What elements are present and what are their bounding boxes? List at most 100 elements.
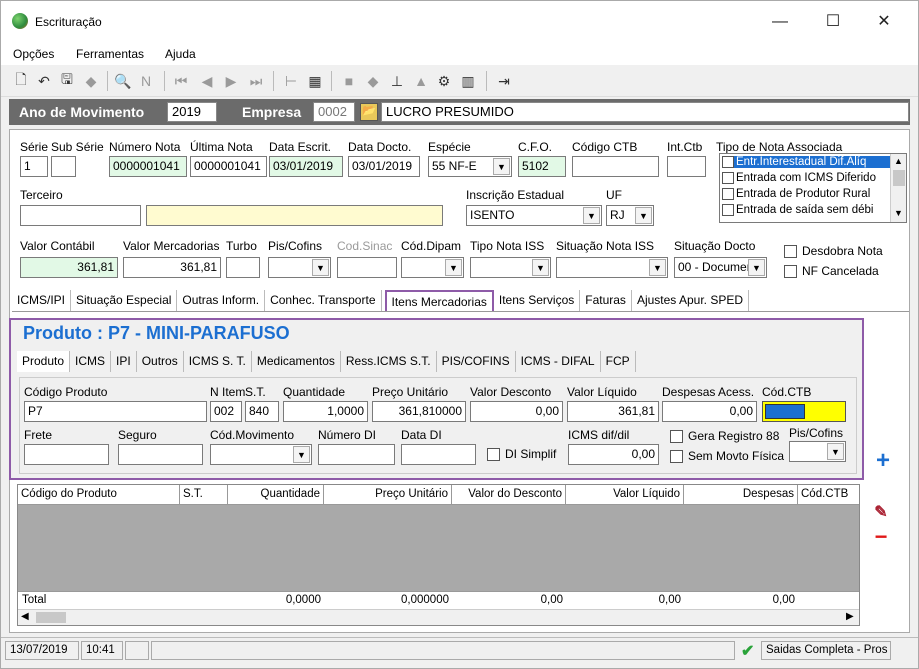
- grid-col-preco[interactable]: Preço Unitário: [324, 485, 452, 505]
- st-input[interactable]: 840: [245, 401, 279, 422]
- n-item-input[interactable]: 002: [210, 401, 242, 422]
- empresa-code-field[interactable]: 0002: [313, 102, 355, 122]
- icms-dif-dil-input[interactable]: 0,00: [568, 444, 659, 465]
- close-button[interactable]: ✕: [870, 11, 898, 33]
- valor-mercadorias-input[interactable]: 361,81: [123, 257, 221, 278]
- remove-item-button[interactable]: −: [870, 524, 892, 549]
- tab-medicamentos[interactable]: Medicamentos: [252, 351, 341, 372]
- users-icon[interactable]: ▲: [411, 71, 431, 91]
- list-item[interactable]: Entr.Interestadual Dif.Alíq: [722, 156, 890, 168]
- previous-record-icon[interactable]: ◀: [197, 71, 217, 91]
- tipo-nota-iss-select[interactable]: ▼: [470, 257, 551, 278]
- tab-faturas[interactable]: Faturas: [580, 290, 632, 311]
- situacao-nota-iss-select[interactable]: ▼: [556, 257, 668, 278]
- pis-cofins-product-select[interactable]: ▼: [789, 441, 846, 462]
- checkbox[interactable]: [722, 188, 734, 200]
- valor-desconto-input[interactable]: 0,00: [470, 401, 563, 422]
- menu-ferramentas[interactable]: Ferramentas: [76, 47, 144, 61]
- inscricao-estadual-select[interactable]: ISENTO ▼: [466, 205, 602, 226]
- undo-icon[interactable]: ↶: [34, 71, 54, 91]
- checkbox[interactable]: [722, 204, 734, 216]
- valor-contabil-input[interactable]: 361,81: [20, 257, 118, 278]
- building-icon[interactable]: ■: [339, 71, 359, 91]
- tab-situacao-especial[interactable]: Situação Especial: [71, 290, 178, 311]
- grid-col-codigo[interactable]: Código do Produto: [18, 485, 180, 505]
- menu-opcoes[interactable]: Opções: [13, 47, 54, 61]
- chevron-right-icon[interactable]: ▶: [846, 611, 854, 622]
- numero-nota-input[interactable]: 0000001041: [109, 156, 187, 177]
- list-item[interactable]: Entrada de Produtor Rural: [722, 188, 870, 200]
- tab-icms[interactable]: ICMS: [70, 351, 112, 372]
- checkbox[interactable]: [722, 172, 734, 184]
- checkbox[interactable]: [722, 156, 734, 168]
- grid-col-liquido[interactable]: Valor Líquido: [566, 485, 684, 505]
- cb-icon[interactable]: ⚙: [434, 71, 454, 91]
- chevron-left-icon[interactable]: ◀: [21, 611, 29, 622]
- grid-col-codctb[interactable]: Cód.CTB: [798, 485, 859, 505]
- terceiro-code-input[interactable]: [20, 205, 141, 226]
- cfo-input[interactable]: 5102: [518, 156, 566, 177]
- frete-input[interactable]: [24, 444, 109, 465]
- eraser-icon[interactable]: ◆: [81, 71, 101, 91]
- tab-icms-difal[interactable]: ICMS - DIFAL: [516, 351, 601, 372]
- seguro-input[interactable]: [118, 444, 203, 465]
- nf-cancelada-checkbox[interactable]: [784, 265, 797, 278]
- tab-ajustes-apur-sped[interactable]: Ajustes Apur. SPED: [632, 290, 749, 311]
- chevron-up-icon[interactable]: ▲: [894, 156, 903, 166]
- next-record-icon[interactable]: ▶: [221, 71, 241, 91]
- sem-movto-fisica-checkbox[interactable]: [670, 450, 683, 463]
- tab-pis-cofins[interactable]: PIS/COFINS: [437, 351, 516, 372]
- tab-produto[interactable]: Produto: [17, 351, 71, 372]
- situacao-docto-select[interactable]: 00 - Documen ▼: [674, 257, 767, 278]
- tab-icms-st[interactable]: ICMS S. T.: [184, 351, 252, 372]
- last-record-icon[interactable]: ⏭: [246, 71, 266, 91]
- serie-input[interactable]: 1: [20, 156, 48, 177]
- codigo-ctb-input[interactable]: [572, 156, 659, 177]
- add-item-button[interactable]: +: [872, 447, 894, 474]
- list-scrollbar[interactable]: ▲ ▼: [890, 154, 906, 222]
- quantidade-input[interactable]: 1,0000: [283, 401, 368, 422]
- tree-icon[interactable]: ⊢: [281, 71, 301, 91]
- tools-icon[interactable]: ◆: [363, 71, 383, 91]
- horizontal-scrollbar[interactable]: ◀ ▶: [18, 609, 859, 625]
- list-item[interactable]: Entrada de saída sem débi: [722, 204, 873, 216]
- first-record-icon[interactable]: ⏮: [171, 71, 191, 91]
- grid-col-st[interactable]: S.T.: [180, 485, 228, 505]
- preview-icon[interactable]: 🔍: [113, 71, 133, 91]
- uf-select[interactable]: RJ ▼: [606, 205, 654, 226]
- calculator-icon[interactable]: ▦: [305, 71, 325, 91]
- cod-movimento-select[interactable]: ▼: [210, 444, 312, 465]
- nfe-icon[interactable]: N: [136, 71, 156, 91]
- chevron-down-icon[interactable]: ▼: [894, 208, 903, 218]
- scroll-thumb[interactable]: [893, 170, 905, 186]
- int-ctb-input[interactable]: [667, 156, 706, 177]
- codigo-produto-input[interactable]: P7: [24, 401, 207, 422]
- exit-icon[interactable]: ⇥: [494, 71, 514, 91]
- open-folder-icon[interactable]: 📂: [360, 103, 378, 121]
- edit-item-button[interactable]: ✎: [870, 501, 892, 523]
- data-docto-input[interactable]: 03/01/2019: [348, 156, 420, 177]
- tab-itens-mercadorias[interactable]: Itens Mercadorias: [384, 290, 494, 311]
- grid-col-desconto[interactable]: Valor do Desconto: [452, 485, 566, 505]
- especie-select[interactable]: 55 NF-E ▼: [428, 156, 512, 177]
- gera-registro-88-checkbox[interactable]: [670, 430, 683, 443]
- tab-outros[interactable]: Outros: [137, 351, 184, 372]
- grid-col-despesas[interactable]: Despesas: [684, 485, 798, 505]
- columns-icon[interactable]: ▥: [458, 71, 478, 91]
- tab-ipi[interactable]: IPI: [111, 351, 137, 372]
- pis-cofins-select[interactable]: ▼: [268, 257, 331, 278]
- new-document-icon[interactable]: 🗋: [11, 71, 31, 91]
- turbo-input[interactable]: [226, 257, 260, 278]
- tab-outras-inform[interactable]: Outras Inform.: [177, 290, 266, 311]
- maximize-button[interactable]: ☐: [819, 11, 847, 33]
- data-escrit-input[interactable]: 03/01/2019: [269, 156, 343, 177]
- tab-ress-icms-st[interactable]: Ress.ICMS S.T.: [341, 351, 437, 372]
- scroll-thumb[interactable]: [36, 612, 66, 623]
- grid-col-quantidade[interactable]: Quantidade: [228, 485, 324, 505]
- stamp-icon[interactable]: ⊥: [387, 71, 407, 91]
- desdobra-nota-checkbox[interactable]: [784, 245, 797, 258]
- ano-movimento-field[interactable]: 2019: [167, 102, 217, 122]
- data-di-input[interactable]: [401, 444, 476, 465]
- list-item[interactable]: Entrada com ICMS Diferido: [722, 172, 876, 184]
- menu-ajuda[interactable]: Ajuda: [165, 47, 196, 61]
